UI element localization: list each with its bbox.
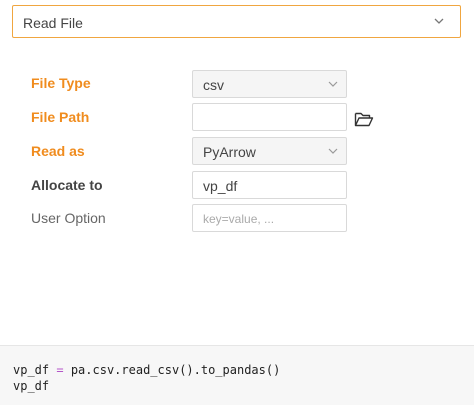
user-option-placeholder: key=value, ... [203, 212, 275, 226]
chevron-down-icon[interactable] [431, 14, 447, 28]
read-as-value: PyArrow [203, 144, 256, 160]
file-type-value: csv [203, 77, 224, 93]
code-line-2: vp_df [13, 379, 50, 393]
chevron-down-icon [328, 148, 338, 154]
read-as-label: Read as [31, 143, 85, 159]
code-preview: vp_df = pa.csv.read_csv().to_pandas() vp… [0, 345, 474, 405]
allocate-to-input[interactable]: vp_df [192, 171, 347, 199]
folder-open-icon[interactable] [354, 110, 374, 128]
read-as-select[interactable]: PyArrow [192, 137, 347, 165]
allocate-to-label: Allocate to [31, 177, 103, 193]
user-option-label: User Option [31, 210, 106, 226]
file-path-input[interactable] [192, 103, 347, 131]
allocate-to-value: vp_df [203, 178, 238, 194]
code-line-1: vp_df = pa.csv.read_csv().to_pandas() [13, 363, 280, 377]
read-file-header[interactable]: Read File [12, 5, 461, 38]
file-path-label: File Path [31, 109, 90, 125]
code-line-1-rhs: pa.csv.read_csv().to_pandas() [63, 363, 281, 377]
chevron-down-icon [328, 81, 338, 87]
file-type-select[interactable]: csv [192, 70, 347, 98]
code-line-1-lhs: vp_df [13, 363, 57, 377]
file-type-label: File Type [31, 75, 91, 91]
code-assign-operator: = [56, 363, 64, 377]
user-option-input[interactable]: key=value, ... [192, 204, 347, 232]
header-title: Read File [23, 15, 83, 31]
